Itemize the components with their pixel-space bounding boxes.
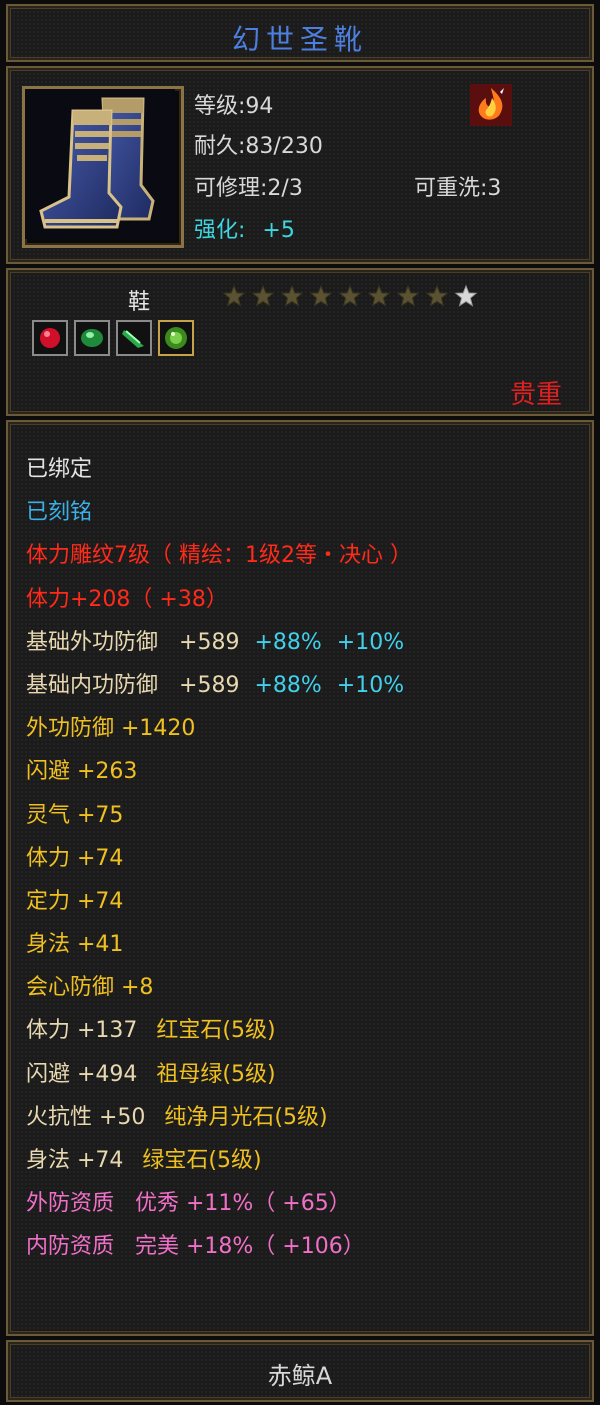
base-ext-def-attr: 基础外功防御 +589 +88% +10% bbox=[26, 621, 582, 664]
green-gem-icon[interactable] bbox=[74, 320, 110, 356]
gem3-attr: 火抗性 +50 纯净月光石(5级) bbox=[26, 1096, 582, 1139]
gem3-name: 纯净月光石(5级) bbox=[164, 1104, 328, 1130]
base-ext-def-pct1: +88% bbox=[254, 629, 322, 655]
base-int-def-attr: 基础内功防御 +589 +88% +10% bbox=[26, 664, 582, 707]
base-int-def-pct2: +10% bbox=[336, 672, 405, 698]
star-rating bbox=[222, 284, 478, 308]
gem4-attr: 身法 +74 绿宝石(5级) bbox=[26, 1139, 582, 1182]
red-gem-icon[interactable] bbox=[32, 320, 68, 356]
jade-gem-icon[interactable] bbox=[116, 320, 152, 356]
base-ext-def-pct2: +10% bbox=[336, 629, 405, 655]
star-icon bbox=[251, 284, 275, 307]
gem2-name: 祖母绿(5级) bbox=[156, 1061, 276, 1087]
base-ext-def-label: 基础外功防御 bbox=[26, 629, 159, 655]
dodge-attr: 闪避 +263 bbox=[26, 759, 138, 785]
gem-slots bbox=[32, 320, 194, 356]
stamina-bonus-attr: 体力+208（ +38） bbox=[26, 586, 228, 612]
durability-text: 耐久:83/230 bbox=[194, 134, 323, 159]
carving-attr: 体力雕纹7级（ 精绘：1级2等・决心 ） bbox=[26, 543, 412, 569]
star-icon bbox=[309, 284, 333, 307]
engraved-status: 已刻铭 bbox=[26, 500, 93, 526]
equip-info-panel: 鞋 贵重 bbox=[6, 268, 594, 416]
item-icon-frame[interactable] bbox=[22, 86, 184, 248]
level-text: 等级:94 bbox=[194, 94, 274, 119]
rarity-label: 贵重 bbox=[509, 380, 562, 410]
ext-def-attr: 外功防御 +1420 bbox=[26, 716, 196, 742]
gem1-name: 红宝石(5级) bbox=[156, 1018, 276, 1044]
item-title: 幻世圣靴 bbox=[231, 23, 368, 56]
stamina-attr: 体力 +74 bbox=[26, 845, 124, 871]
emerald-gem-icon[interactable] bbox=[158, 320, 194, 356]
gem1-stat: 体力 +137 bbox=[26, 1018, 138, 1044]
refine-value: +5 bbox=[262, 218, 295, 243]
fire-skill-glyph bbox=[470, 84, 512, 126]
int-quality-attr: 内防资质 完美 +18%（ +106） bbox=[26, 1234, 365, 1260]
title-panel: 幻世圣靴 bbox=[6, 4, 594, 62]
spirit-attr: 灵气 +75 bbox=[26, 802, 124, 828]
star-icon bbox=[222, 284, 246, 307]
gem2-attr: 闪避 +494 祖母绿(5级) bbox=[26, 1053, 582, 1096]
star-icon bbox=[338, 284, 362, 307]
base-int-def-label: 基础内功防御 bbox=[26, 672, 159, 698]
repairable-text: 可修理:2/3 bbox=[194, 176, 303, 201]
gem4-stat: 身法 +74 bbox=[26, 1148, 124, 1173]
gem3-stat: 火抗性 +50 bbox=[26, 1104, 146, 1130]
fire-skill-icon[interactable] bbox=[470, 84, 512, 126]
equip-type: 鞋 bbox=[128, 290, 151, 315]
ext-quality-attr: 外防资质 优秀 +11%（ +65） bbox=[26, 1191, 351, 1217]
focus-attr: 定力 +74 bbox=[26, 888, 124, 914]
owner-panel: 赤鲸A bbox=[6, 1340, 594, 1402]
agility-attr: 身法 +41 bbox=[26, 932, 124, 958]
rewashable-text: 可重洗:3 bbox=[414, 176, 502, 201]
boots-icon bbox=[25, 89, 175, 239]
owner-name: 赤鲸A bbox=[267, 1362, 333, 1390]
base-int-def-value: +589 bbox=[179, 672, 240, 698]
star-icon bbox=[425, 284, 449, 307]
gem1-attr: 体力 +137 红宝石(5级) bbox=[26, 1009, 582, 1052]
bound-status: 已绑定 bbox=[26, 457, 93, 482]
base-int-def-pct1: +88% bbox=[254, 672, 322, 698]
refine-label: 强化: bbox=[194, 218, 246, 243]
star-icon bbox=[454, 284, 478, 307]
item-header-panel: 等级:94 耐久:83/230 可修理:2/3 可重洗:3 强化: +5 bbox=[6, 66, 594, 264]
attributes-panel: 已绑定 已刻铭 体力雕纹7级（ 精绘：1级2等・决心 ） 体力+208（ +38… bbox=[6, 420, 594, 1336]
crit-def-attr: 会心防御 +8 bbox=[26, 975, 154, 1001]
base-ext-def-value: +589 bbox=[179, 629, 240, 655]
star-icon bbox=[367, 284, 391, 307]
refine-text: 强化: +5 bbox=[194, 212, 295, 244]
gem2-stat: 闪避 +494 bbox=[26, 1061, 138, 1087]
gem4-name: 绿宝石(5级) bbox=[142, 1148, 262, 1173]
star-icon bbox=[280, 284, 304, 307]
star-icon bbox=[396, 284, 420, 307]
